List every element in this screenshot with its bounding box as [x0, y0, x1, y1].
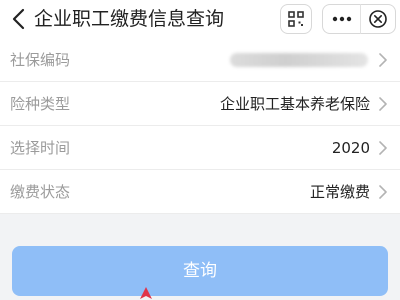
form-row-payment-status[interactable]: 缴费状态 正常缴费 — [0, 170, 400, 214]
more-button[interactable] — [322, 4, 360, 34]
chevron-left-icon — [12, 8, 25, 30]
query-form: 社保编码 险种类型 企业职工基本养老保险 选择时间 2020 缴费状态 正常缴费 — [0, 38, 400, 214]
query-button[interactable]: 查询 — [12, 246, 388, 296]
chevron-right-icon — [379, 97, 387, 111]
pointer-arrow-icon — [140, 287, 152, 299]
close-button[interactable] — [360, 4, 396, 34]
page-title: 企业职工缴费信息查询 — [34, 8, 225, 30]
form-row-insurance-type[interactable]: 险种类型 企业职工基本养老保险 — [0, 82, 400, 126]
row-label: 缴费状态 — [10, 183, 71, 201]
form-row-social-security-code[interactable]: 社保编码 — [0, 38, 400, 82]
row-value: 企业职工基本养老保险 — [219, 95, 370, 113]
row-label: 险种类型 — [10, 95, 71, 113]
row-label: 社保编码 — [10, 51, 71, 69]
row-value: 2020 — [331, 139, 370, 157]
row-label: 选择时间 — [10, 139, 71, 157]
back-button[interactable] — [8, 6, 32, 32]
masked-value — [230, 53, 368, 67]
scan-icon — [288, 11, 304, 27]
chevron-right-icon — [379, 141, 387, 155]
form-row-select-time[interactable]: 选择时间 2020 — [0, 126, 400, 170]
scan-button[interactable] — [280, 4, 312, 34]
row-value: 正常缴费 — [309, 183, 370, 201]
chevron-right-icon — [379, 185, 387, 199]
chevron-right-icon — [379, 53, 387, 67]
top-bar: 企业职工缴费信息查询 — [0, 0, 400, 38]
close-circle-icon — [369, 10, 387, 28]
more-dots-icon — [332, 16, 351, 22]
